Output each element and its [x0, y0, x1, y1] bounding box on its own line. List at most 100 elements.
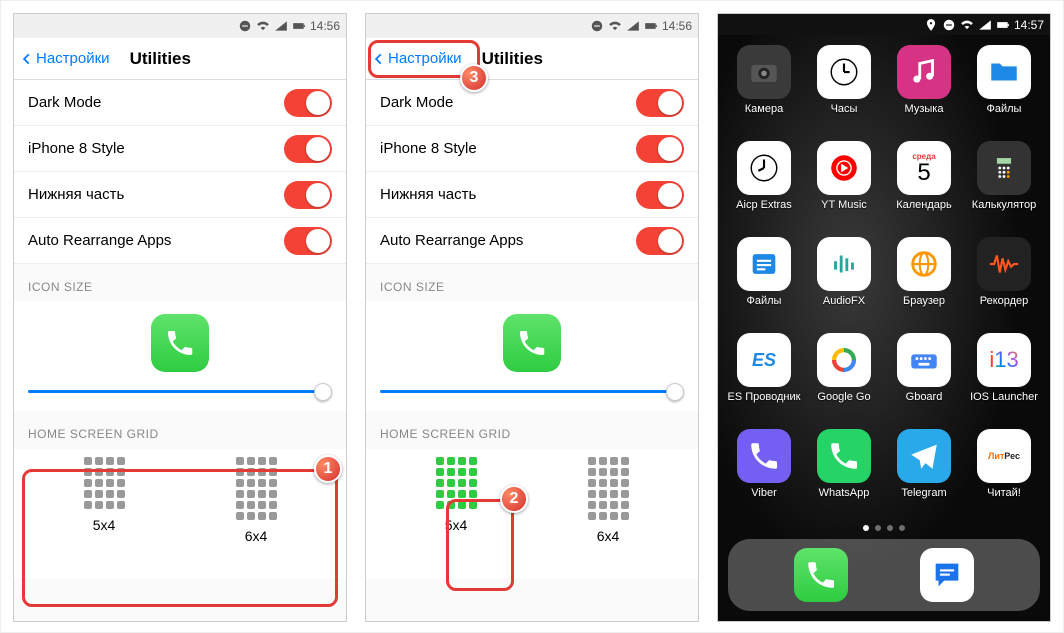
app-whatsapp[interactable]: WhatsApp [804, 429, 884, 521]
clock-text: 14:57 [1014, 18, 1044, 32]
app-icon [737, 237, 791, 291]
app-icon [977, 237, 1031, 291]
app-читай![interactable]: ЛитРесЧитай! [964, 429, 1044, 521]
row-rearrange: Auto Rearrange Apps [366, 218, 698, 264]
row-iphone8: iPhone 8 Style [14, 126, 346, 172]
row-iphone8: iPhone 8 Style [366, 126, 698, 172]
app-label: ES Проводник [728, 391, 801, 403]
app-label: Telegram [901, 487, 946, 499]
app-icon [737, 141, 791, 195]
battery-icon [996, 18, 1010, 32]
app-grid: КамераЧасыМузыкаФайлыAicp ExtrasYT Music… [718, 35, 1050, 521]
app-audiofx[interactable]: AudioFX [804, 237, 884, 329]
row-dark-mode: Dark Mode [14, 80, 346, 126]
app-icon [737, 429, 791, 483]
battery-icon [644, 19, 658, 33]
app-google-go[interactable]: Google Go [804, 333, 884, 425]
app-label: Рекордер [980, 295, 1029, 307]
app-label: YT Music [821, 199, 867, 211]
toggle-bottom[interactable] [636, 181, 684, 209]
grid-option-6x4[interactable]: 6x4 [232, 453, 281, 548]
page-indicator [718, 521, 1050, 539]
settings-list: Dark Mode iPhone 8 Style Нижняя часть Au… [366, 80, 698, 621]
app-рекордер[interactable]: Рекордер [964, 237, 1044, 329]
app-label: AudioFX [823, 295, 865, 307]
toggle-rearrange[interactable] [284, 227, 332, 255]
app-label: Файлы [987, 103, 1022, 115]
back-button[interactable]: Настройки [372, 50, 462, 67]
app-калькулятор[interactable]: Калькулятор [964, 141, 1044, 233]
statusbar: 14:56 [14, 14, 346, 38]
app-ios-launcher[interactable]: i13IOS Launcher [964, 333, 1044, 425]
app-aicp-extras[interactable]: Aicp Extras [724, 141, 804, 233]
icon-size-zone [366, 302, 698, 411]
navbar: Настройки Utilities [14, 38, 346, 80]
app-label: IOS Launcher [970, 391, 1038, 403]
dnd-icon [238, 19, 252, 33]
app-icon: ES [737, 333, 791, 387]
app-icon: ЛитРес [977, 429, 1031, 483]
app-icon [817, 237, 871, 291]
app-часы[interactable]: Часы [804, 45, 884, 137]
app-icon [897, 429, 951, 483]
back-button[interactable]: Настройки [20, 50, 110, 67]
toggle-dark-mode[interactable] [284, 89, 332, 117]
icon-size-slider[interactable] [28, 390, 332, 393]
dnd-icon [942, 18, 956, 32]
toggle-iphone8[interactable] [284, 135, 332, 163]
toggle-iphone8[interactable] [636, 135, 684, 163]
icon-size-slider[interactable] [380, 390, 684, 393]
app-календарь[interactable]: среда5 Календарь [884, 141, 964, 233]
app-файлы[interactable]: Файлы [724, 237, 804, 329]
app-icon [897, 45, 951, 99]
app-viber[interactable]: Viber [724, 429, 804, 521]
grid-option-6x4[interactable]: 6x4 [584, 453, 633, 548]
toggle-rearrange[interactable] [636, 227, 684, 255]
app-icon [897, 333, 951, 387]
clock-text: 14:56 [662, 19, 692, 33]
grid-options: 5x4 6x4 [366, 449, 698, 578]
grid-preview-5x4 [436, 457, 477, 509]
app-label: Часы [831, 103, 858, 115]
row-bottom: Нижняя часть [14, 172, 346, 218]
section-grid: HOME SCREEN GRID [14, 411, 346, 449]
app-label: Календарь [896, 199, 952, 211]
section-grid: HOME SCREEN GRID [366, 411, 698, 449]
page-title: Utilities [482, 49, 543, 69]
grid-label: 5x4 [445, 517, 468, 533]
app-gboard[interactable]: Gboard [884, 333, 964, 425]
app-telegram[interactable]: Telegram [884, 429, 964, 521]
app-yt-music[interactable]: YT Music [804, 141, 884, 233]
app-es-проводник[interactable]: ES ES Проводник [724, 333, 804, 425]
row-label: iPhone 8 Style [28, 140, 125, 157]
app-icon [817, 45, 871, 99]
wifi-icon [960, 18, 974, 32]
toggle-dark-mode[interactable] [636, 89, 684, 117]
toggle-bottom[interactable] [284, 181, 332, 209]
icon-size-zone [14, 302, 346, 411]
grid-option-5x4[interactable]: 5x4 [80, 453, 129, 548]
grid-preview-6x4 [588, 457, 629, 520]
app-label: Viber [751, 487, 776, 499]
row-dark-mode: Dark Mode [366, 80, 698, 126]
app-браузер[interactable]: Браузер [884, 237, 964, 329]
dock-app[interactable] [794, 548, 848, 602]
dock [728, 539, 1040, 611]
settings-panel-2: 14:56 Настройки Utilities Dark Mode iPho… [365, 13, 699, 622]
page-dot [863, 525, 869, 531]
navbar: Настройки Utilities [366, 38, 698, 80]
app-icon: среда5 [897, 141, 951, 195]
page-dot [875, 525, 881, 531]
row-label: Нижняя часть [28, 186, 124, 203]
dock-app[interactable] [920, 548, 974, 602]
row-label: Auto Rearrange Apps [28, 232, 171, 249]
row-label: Нижняя часть [380, 186, 476, 203]
statusbar: 14:56 [366, 14, 698, 38]
back-label: Настройки [36, 50, 110, 67]
app-камера[interactable]: Камера [724, 45, 804, 137]
signal-icon [978, 18, 992, 32]
grid-option-5x4-selected[interactable]: 5x4 [432, 453, 481, 548]
app-музыка[interactable]: Музыка [884, 45, 964, 137]
app-файлы[interactable]: Файлы [964, 45, 1044, 137]
row-label: Dark Mode [28, 94, 101, 111]
